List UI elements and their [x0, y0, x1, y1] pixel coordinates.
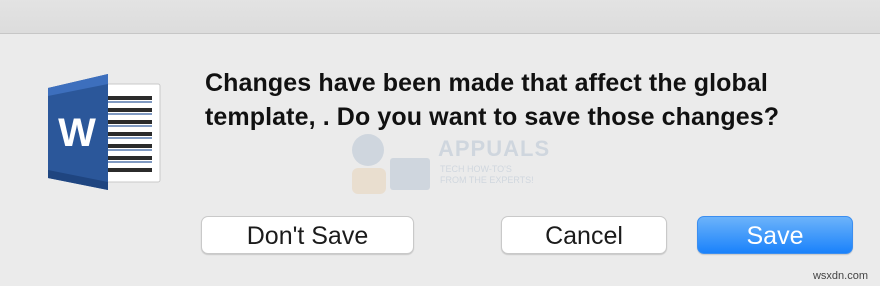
watermark-logo: APPUALS TECH HOW-TO'S FROM THE EXPERTS!	[340, 128, 550, 198]
microsoft-word-icon: W	[42, 70, 164, 194]
window-title-bar	[0, 0, 880, 34]
cancel-button[interactable]: Cancel	[501, 216, 667, 254]
save-changes-dialog: W Changes have been made that affect the…	[0, 0, 880, 286]
dialog-message: Changes have been made that affect the g…	[205, 69, 780, 131]
site-watermark-text: wsxdn.com	[812, 270, 868, 282]
watermark-mascot-icon	[352, 134, 430, 194]
dont-save-button[interactable]: Don't Save	[201, 216, 414, 254]
watermark-name: APPUALS	[438, 136, 551, 161]
watermark-tagline: TECH HOW-TO'S FROM THE EXPERTS!	[440, 164, 534, 185]
save-button[interactable]: Save	[697, 216, 853, 254]
word-icon-letter: W	[58, 111, 96, 155]
